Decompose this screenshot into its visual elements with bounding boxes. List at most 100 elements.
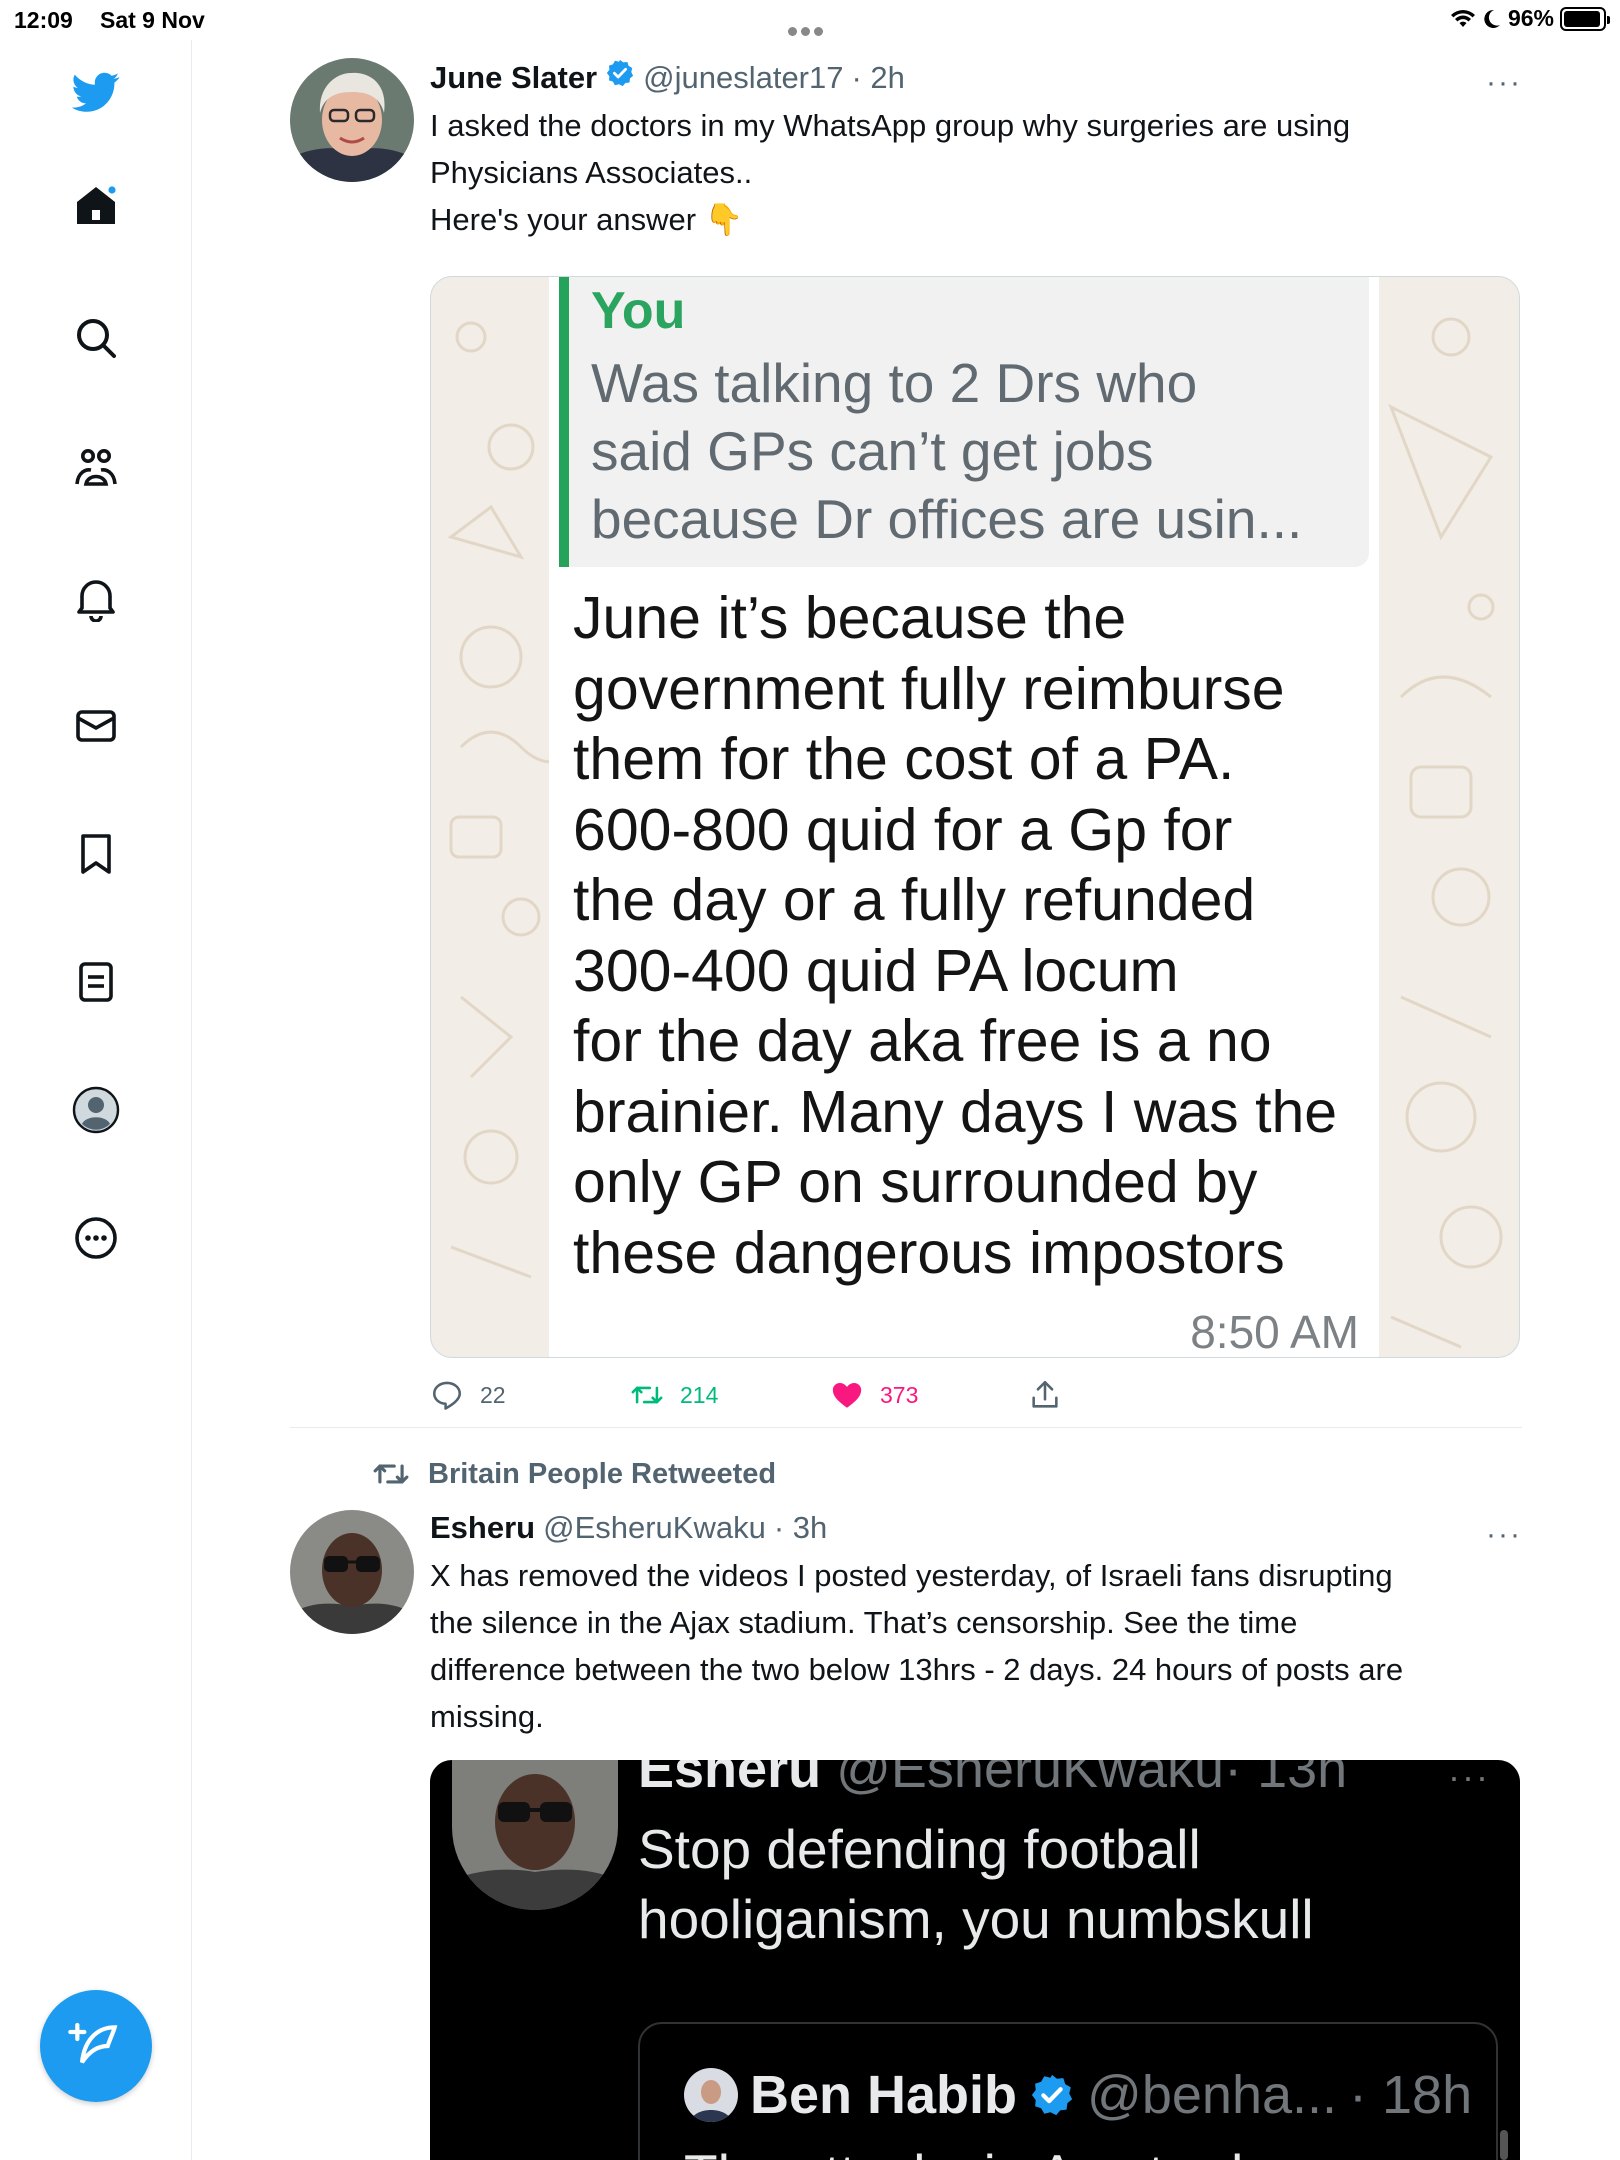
- status-date: Sat 9 Nov: [100, 7, 205, 33]
- verified-badge-icon: [1031, 2074, 1073, 2116]
- quoted-text-line: Was talking to 2 Drs who: [591, 352, 1198, 414]
- notifications-bell-icon[interactable]: [68, 570, 124, 626]
- search-icon[interactable]: [68, 310, 124, 366]
- tweet-actions: 22 214 373: [430, 1378, 1130, 1428]
- message-line: government fully reimburse: [573, 655, 1285, 722]
- retweet-icon: [373, 1464, 409, 1484]
- communities-icon[interactable]: [68, 440, 124, 496]
- battery-percent: 96%: [1507, 5, 1554, 31]
- message-line: only GP on surrounded by: [573, 1149, 1258, 1215]
- embedded-time: · 13h: [1224, 1760, 1348, 1799]
- home-icon[interactable]: [68, 178, 124, 234]
- retweeted-by[interactable]: Britain People Retweeted: [372, 1455, 776, 1493]
- embedded-header: Esheru @EsheruKwaku· 13h: [638, 1760, 1347, 1800]
- embedded-quoted-tweet: Ben Habib @benha...· 18h The attacks in …: [638, 2022, 1498, 2160]
- tweet-more-button[interactable]: ···: [1486, 1518, 1522, 1552]
- battery-icon: [1560, 6, 1610, 31]
- share-button[interactable]: [1028, 1378, 1062, 1412]
- quoted-author-name: Ben Habib: [750, 2065, 1018, 2125]
- quoted-time: · 18h: [1349, 2065, 1473, 2125]
- retweet-count: 214: [680, 1381, 719, 1408]
- embedded-more-icon: ···: [1448, 1760, 1490, 1797]
- tweet-text-line: difference between the two below 13hrs -…: [430, 1652, 1404, 1687]
- sidebar: [0, 40, 192, 2160]
- tweet-media-image[interactable]: Esheru @EsheruKwaku· 13h ··· Stop defend…: [430, 1760, 1520, 2160]
- verified-badge-icon: [607, 59, 634, 87]
- quoted-author-handle: @benha...: [1087, 2065, 1338, 2125]
- tweet-text-line: the silence in the Ajax stadium. That’s …: [430, 1605, 1298, 1640]
- more-options-circle-icon[interactable]: [68, 1210, 124, 1266]
- message-line: 300-400 quid PA locum: [573, 937, 1179, 1004]
- embedded-avatar: [452, 1760, 618, 1910]
- multitasking-dots[interactable]: [788, 15, 834, 36]
- tweet-text-line: Physicians Associates..: [430, 155, 753, 190]
- whatsapp-quoted-message: You Was talking to 2 Drs who said GPs ca…: [559, 277, 1369, 567]
- author-name[interactable]: June Slater: [430, 60, 597, 96]
- timeline: June Slater @juneslater17 · 2h ··· I ask…: [192, 40, 1620, 2160]
- reply-button[interactable]: 22: [430, 1378, 506, 1412]
- quoted-tweet-text: The attacks in Amsterdam on: [684, 2142, 1396, 2160]
- message-line: 600-800 quid for a Gp for: [573, 796, 1233, 863]
- tweet-text-line: I asked the doctors in my WhatsApp group…: [430, 108, 1351, 143]
- retweet-button[interactable]: 214: [630, 1378, 718, 1412]
- tweet-text-line: X has removed the videos I posted yester…: [430, 1558, 1393, 1593]
- tweet-divider: [290, 1427, 1522, 1428]
- quoted-text-line: because Dr offices are usin...: [591, 488, 1303, 550]
- whatsapp-message-time: 8:50 AM: [1190, 1306, 1359, 1358]
- message-line: them for the cost of a PA.: [573, 726, 1235, 792]
- tweet-header: Esheru @EsheruKwaku · 3h: [430, 1510, 1522, 1546]
- messages-envelope-icon[interactable]: [68, 698, 124, 754]
- author-handle[interactable]: @juneslater17: [643, 60, 843, 96]
- message-line: brainier. Many days I was the: [573, 1078, 1338, 1145]
- twitter-logo-icon[interactable]: [68, 64, 124, 120]
- embedded-tweet-text: Stop defending football hooliganism, you…: [638, 1814, 1498, 1954]
- tweet-header: June Slater @juneslater17 · 2h: [430, 58, 1522, 96]
- retweeted-by-label: Britain People Retweeted: [428, 1457, 777, 1490]
- wifi-icon: [1450, 9, 1475, 27]
- tweet-text-line: missing.: [430, 1699, 544, 1734]
- whatsapp-message-text: June it’s because the government fully r…: [573, 583, 1373, 1288]
- message-line: for the day aka free is a no: [573, 1008, 1272, 1074]
- compose-icon: [68, 2022, 118, 2064]
- message-line: these dangerous impostors: [573, 1219, 1285, 1286]
- whatsapp-message-bubble: You Was talking to 2 Drs who said GPs ca…: [549, 277, 1379, 1358]
- embedded-author-handle: @EsheruKwaku: [836, 1760, 1225, 1799]
- reply-count: 22: [480, 1381, 506, 1408]
- heart-filled-icon: [832, 1382, 862, 1408]
- tweet-text-line: Here's your answer 👇: [430, 202, 744, 237]
- profile-avatar-icon[interactable]: [68, 1082, 124, 1138]
- message-line: the day or a fully refunded: [573, 867, 1256, 933]
- like-button[interactable]: 373: [830, 1378, 918, 1412]
- quoted-author: You: [591, 282, 686, 340]
- bookmarks-icon[interactable]: [68, 826, 124, 882]
- avatar[interactable]: [290, 1510, 414, 1634]
- quoted-text: Was talking to 2 Drs who said GPs can’t …: [591, 349, 1369, 553]
- retweet-icon: [631, 1386, 663, 1404]
- status-bar: 12:09 Sat 9 Nov 96%: [0, 0, 1620, 40]
- avatar[interactable]: [290, 58, 414, 182]
- reply-icon: [432, 1381, 462, 1410]
- lists-icon[interactable]: [68, 954, 124, 1010]
- scrollbar: [1500, 2130, 1508, 2160]
- tweet[interactable]: June Slater @juneslater17 · 2h ··· I ask…: [290, 58, 1522, 1428]
- embedded-author-name: Esheru: [638, 1760, 822, 1799]
- share-icon: [1032, 1380, 1058, 1408]
- embedded-text-line: hooliganism, you numbskull: [638, 1888, 1314, 1950]
- quoted-avatar: [684, 2068, 738, 2122]
- moon-icon: [1484, 9, 1500, 28]
- compose-tweet-button[interactable]: [40, 1990, 152, 2102]
- status-indicators: 96%: [1450, 5, 1610, 32]
- status-time: 12:09: [14, 7, 73, 33]
- message-line: June it’s because the: [573, 585, 1127, 651]
- tweet-text: X has removed the videos I posted yester…: [430, 1552, 1522, 1740]
- quoted-text-line: said GPs can’t get jobs: [591, 420, 1154, 482]
- tweet-media-image[interactable]: You Was talking to 2 Drs who said GPs ca…: [430, 276, 1520, 1358]
- tweet-more-button[interactable]: ···: [1486, 66, 1522, 100]
- tweet-text: I asked the doctors in my WhatsApp group…: [430, 102, 1522, 243]
- tweet-time[interactable]: · 3h: [774, 1510, 827, 1546]
- author-name[interactable]: Esheru: [430, 1510, 535, 1546]
- author-handle[interactable]: @EsheruKwaku: [543, 1510, 766, 1546]
- like-count: 373: [880, 1381, 919, 1408]
- tweet-time[interactable]: · 2h: [852, 60, 905, 96]
- embedded-text-line: Stop defending football: [638, 1818, 1201, 1880]
